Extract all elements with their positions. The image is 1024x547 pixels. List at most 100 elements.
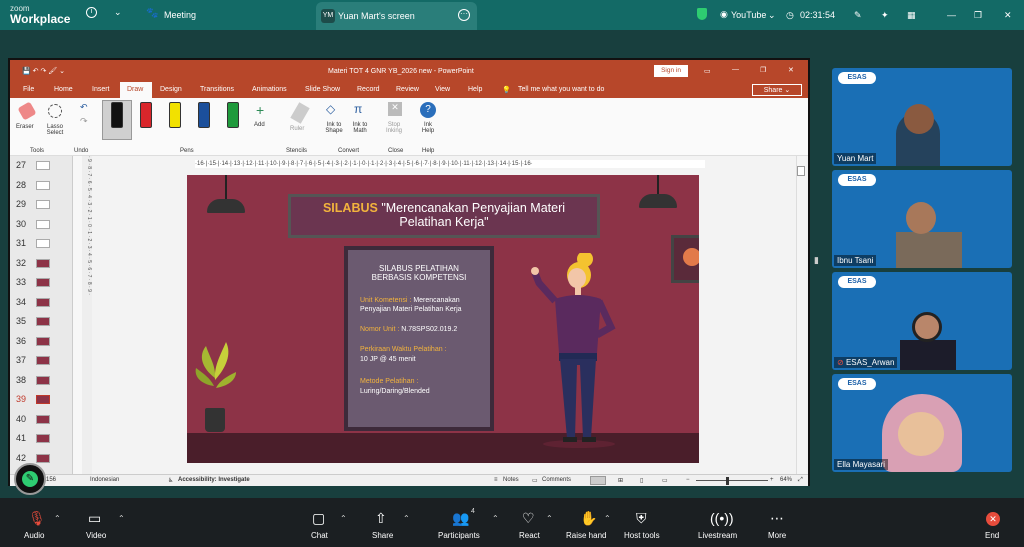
share-screen-icon[interactable]: ⇧	[375, 510, 387, 527]
video-options-chevron[interactable]: ⌃	[118, 514, 125, 523]
reading-view-icon[interactable]: ▯	[640, 477, 643, 484]
add-pen-button[interactable]: Add	[254, 122, 265, 128]
ruler-button[interactable]: Ruler	[290, 126, 304, 132]
tab-record[interactable]: Record	[357, 86, 380, 93]
slide-thumbnail[interactable]	[36, 453, 50, 463]
share-options-chevron[interactable]: ⌃	[403, 514, 410, 523]
red-pen-icon[interactable]	[140, 102, 152, 128]
participants-options-chevron[interactable]: ⌃	[492, 514, 499, 523]
video-button[interactable]: Video	[86, 531, 106, 540]
tab-draw[interactable]: Draw	[127, 86, 143, 93]
annotate-icon[interactable]: ✎	[854, 10, 862, 21]
slide-thumbnail[interactable]	[36, 317, 50, 326]
zoom-in-icon[interactable]: +	[770, 477, 774, 483]
sparkle-icon[interactable]: ✦	[881, 10, 889, 21]
zoom-slider-thumb[interactable]	[726, 477, 729, 485]
host-tools-button[interactable]: Host tools	[624, 531, 660, 540]
end-meeting-icon[interactable]: ✕	[986, 512, 1000, 526]
participants-icon[interactable]: 👥	[452, 510, 469, 527]
end-button[interactable]: End	[985, 531, 999, 540]
slide-thumbnail[interactable]	[36, 395, 50, 404]
chevron-down-icon[interactable]: ⌄	[768, 10, 776, 21]
close-icon[interactable]: ✕	[788, 66, 794, 74]
host-shield-icon[interactable]: ⛨	[636, 510, 647, 527]
slide-thumbnail[interactable]	[36, 336, 50, 346]
undo-icon[interactable]: ↶	[80, 102, 88, 113]
chat-button[interactable]: Chat	[311, 531, 328, 540]
zoom-slider[interactable]	[696, 480, 768, 481]
tab-home[interactable]: Home	[54, 86, 73, 93]
ink-to-shape-button[interactable]: Ink to Shape	[322, 122, 346, 134]
sign-in-button[interactable]: Sign in	[654, 65, 688, 77]
participants-button[interactable]: Participants	[438, 531, 480, 540]
meeting-label[interactable]: Meeting	[164, 10, 196, 20]
tell-me-search[interactable]: Tell me what you want to do	[518, 86, 604, 93]
tab-transitions[interactable]: Transitions	[200, 86, 234, 93]
slide-thumbnail[interactable]	[36, 375, 50, 385]
tab-file[interactable]: File	[23, 86, 34, 93]
notes-button[interactable]: Notes	[503, 477, 519, 483]
comments-button[interactable]: Comments	[542, 477, 571, 483]
tab-insert[interactable]: Insert	[92, 86, 110, 93]
grid-icon[interactable]: ▦	[907, 10, 916, 21]
fit-slide-icon[interactable]: ⤢	[798, 477, 803, 484]
react-heart-icon[interactable]: ♡	[522, 510, 535, 527]
yellow-highlighter-icon[interactable]	[169, 102, 181, 128]
language-status[interactable]: Indonesian	[90, 477, 119, 483]
react-options-chevron[interactable]: ⌃	[546, 514, 553, 523]
minimize-icon[interactable]: —	[732, 66, 739, 73]
minimize-icon[interactable]: —	[947, 10, 956, 20]
slide-thumbnail[interactable]	[36, 297, 50, 307]
lasso-select-button[interactable]: Lasso Select	[42, 124, 68, 136]
audio-options-chevron[interactable]: ⌃	[54, 514, 61, 523]
livestream-icon[interactable]: ((•))	[710, 510, 734, 526]
restore-icon[interactable]: ❐	[974, 10, 982, 21]
raise-hand-icon[interactable]: ✋	[580, 510, 597, 527]
ink-help-button[interactable]: Ink Help	[420, 122, 436, 134]
slide-thumbnail[interactable]	[36, 434, 50, 443]
normal-view-icon[interactable]	[590, 476, 606, 485]
slide-thumbnail[interactable]	[36, 161, 50, 170]
more-button[interactable]: More	[768, 531, 786, 540]
ribbon-display-icon[interactable]: ▭	[704, 67, 711, 75]
raise-options-chevron[interactable]: ⌃	[604, 514, 611, 523]
slideshow-view-icon[interactable]: ▭	[662, 477, 668, 484]
raise-hand-button[interactable]: Raise hand	[566, 531, 606, 540]
info-icon[interactable]: i	[86, 7, 97, 18]
ink-to-math-button[interactable]: Ink to Math	[348, 122, 372, 134]
more-dots-icon[interactable]: ⋯	[770, 510, 784, 527]
green-pen-icon[interactable]	[227, 102, 239, 128]
video-icon[interactable]: ▭	[88, 510, 101, 527]
zoom-level[interactable]: 64%	[780, 477, 792, 483]
tab-review[interactable]: Review	[396, 86, 419, 93]
thumb-scrollbar[interactable]	[72, 156, 82, 474]
participant-tile[interactable]: ESAS ⊘ ESAS_Arwan	[832, 272, 1012, 370]
sorter-view-icon[interactable]: ⊞	[618, 477, 623, 484]
slide-thumbnail[interactable]	[36, 258, 50, 268]
slide-thumbnail[interactable]	[36, 219, 50, 229]
tab-view[interactable]: View	[435, 86, 450, 93]
share-button[interactable]: Share	[372, 531, 393, 540]
panel-collapse-handle[interactable]: ▮	[814, 255, 819, 266]
slide-thumbnail[interactable]	[36, 180, 50, 190]
slide-thumbnail[interactable]	[36, 200, 50, 209]
close-icon[interactable]: ✕	[1004, 10, 1012, 21]
livestream-button[interactable]: Livestream	[698, 531, 737, 540]
restore-icon[interactable]: ❐	[760, 66, 766, 74]
screen-share-tab[interactable]: YM Yuan Mart's screen ···	[316, 2, 477, 30]
blue-pen-icon[interactable]	[198, 102, 210, 128]
chevron-down-icon[interactable]: ⌄	[114, 7, 122, 18]
participant-tile[interactable]: ESAS Yuan Mart	[832, 68, 1012, 166]
eraser-button[interactable]: Eraser	[16, 124, 34, 130]
redo-icon[interactable]: ↷	[80, 116, 88, 127]
tab-help[interactable]: Help	[468, 86, 482, 93]
slide-thumbnail[interactable]	[36, 356, 50, 365]
youtube-label[interactable]: YouTube	[731, 10, 766, 20]
slide-thumbnail[interactable]	[36, 278, 50, 287]
slide-thumbnail[interactable]	[36, 414, 50, 424]
stop-inking-button[interactable]: Stop Inking	[382, 122, 406, 134]
quick-access-icons[interactable]: 💾 ↶ ↷ 🖌 ⌄	[22, 67, 65, 75]
scroll-thumb[interactable]	[797, 166, 805, 176]
audio-button[interactable]: Audio	[24, 531, 44, 540]
chat-options-chevron[interactable]: ⌃	[340, 514, 347, 523]
